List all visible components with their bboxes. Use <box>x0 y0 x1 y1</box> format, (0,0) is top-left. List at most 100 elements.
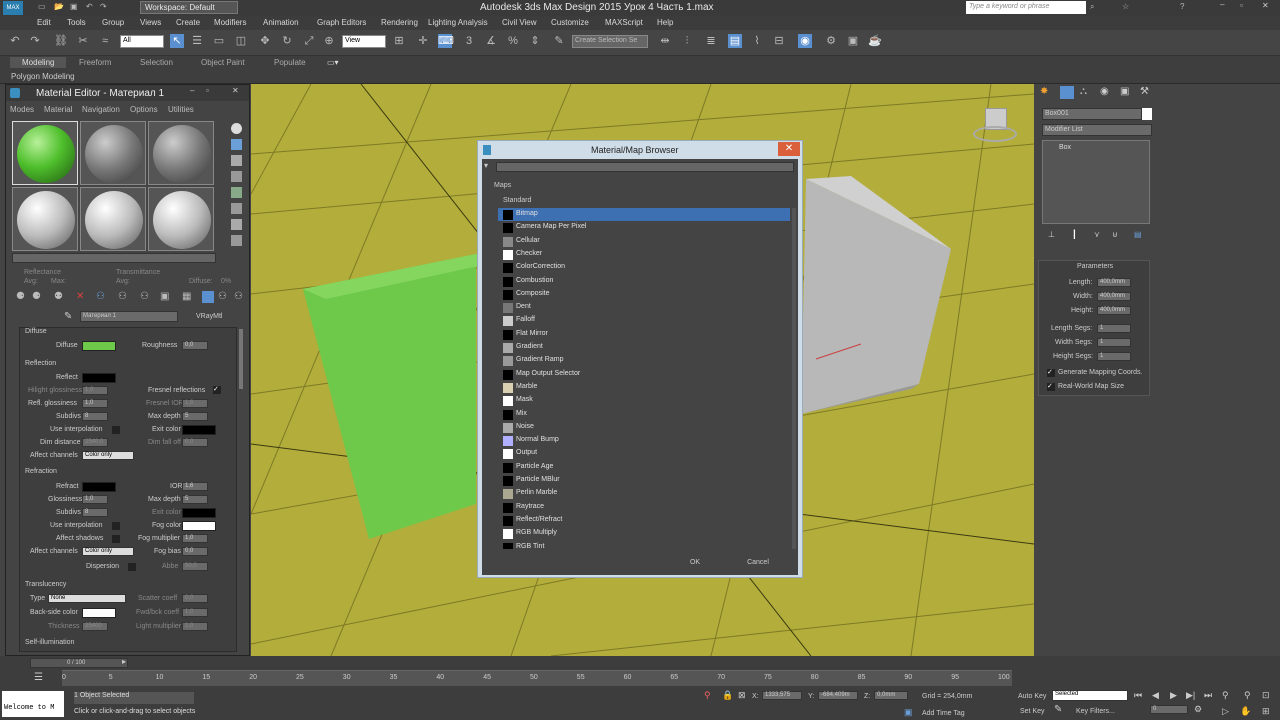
map-item[interactable]: Particle Age <box>498 461 790 474</box>
absolute-mode-icon[interactable]: ⊠ <box>738 690 746 701</box>
binoculars-icon[interactable]: ⌕ <box>1090 2 1094 12</box>
manipulate-icon[interactable]: ✛ <box>416 34 430 48</box>
y-coordinate-field[interactable]: -684,409m <box>818 691 858 700</box>
dialog-close-button[interactable]: ✕ <box>778 142 800 156</box>
material-editor-icon[interactable]: ◉ <box>798 34 812 48</box>
map-item[interactable]: Mask <box>498 394 790 407</box>
object-name-field[interactable]: Box001 <box>1042 108 1142 120</box>
bind-space-warp-icon[interactable]: ≈ <box>98 34 112 48</box>
map-item[interactable]: RGB Multiply <box>498 527 790 540</box>
use-interpolation-checkbox-2[interactable] <box>112 522 120 530</box>
material-slot-2[interactable] <box>80 121 146 185</box>
reference-coordinate-system[interactable]: View <box>342 35 386 48</box>
put-to-scene-icon[interactable]: ⚈ <box>32 291 41 302</box>
set-key-icon[interactable]: ✎ <box>1054 704 1062 715</box>
diffuse-color-swatch[interactable] <box>82 341 116 351</box>
go-to-end-icon[interactable]: ⏭ <box>1204 690 1212 701</box>
fresnel-ior-field[interactable]: 1,6 <box>182 399 208 408</box>
tab-populate[interactable]: Populate <box>274 58 306 67</box>
menu-maxscript[interactable]: MAXScript <box>605 18 643 27</box>
pivot-icon[interactable]: ⊞ <box>392 34 406 48</box>
show-map-icon[interactable]: ▦ <box>182 291 191 302</box>
width-field[interactable]: 400,0mm <box>1097 292 1131 301</box>
reflect-color-swatch[interactable] <box>82 373 116 383</box>
material-id-icon[interactable]: ▣ <box>160 291 169 302</box>
close-icon[interactable]: ✕ <box>1262 1 1269 10</box>
modify-tab-icon[interactable] <box>1060 86 1074 99</box>
fov-icon[interactable]: ▷ <box>1222 706 1229 717</box>
play-icon[interactable]: ▶ <box>1170 690 1177 701</box>
undo-icon[interactable]: ↶ <box>8 34 22 48</box>
ior-field[interactable]: 1,6 <box>182 482 208 491</box>
map-item[interactable]: Gradient Ramp <box>498 354 790 367</box>
fog-multiplier-field[interactable]: 1,0 <box>182 534 208 543</box>
affect-channels-select[interactable]: Color only <box>82 451 134 460</box>
roughness-field[interactable]: 0,0 <box>182 341 208 350</box>
height-field[interactable]: 400,0mm <box>1097 306 1131 315</box>
auto-key-button[interactable]: Auto Key <box>1018 693 1046 700</box>
material-slot-4[interactable] <box>12 187 78 251</box>
time-slider-next-icon[interactable]: ▸ <box>122 657 126 666</box>
map-item[interactable]: Output <box>498 447 790 460</box>
affect-channels-select-2[interactable]: Color only <box>82 547 134 556</box>
map-item[interactable]: Gradient <box>498 341 790 354</box>
subdivs-field[interactable]: 8 <box>82 412 108 421</box>
slots-scrollbar[interactable] <box>12 253 216 263</box>
rotate-icon[interactable]: ↻ <box>280 34 294 48</box>
sample-type-icon[interactable] <box>231 123 242 134</box>
dispersion-checkbox[interactable] <box>128 563 136 571</box>
abbe-field[interactable]: 50,0 <box>182 562 208 571</box>
spinner-snap-icon[interactable]: ⇕ <box>528 34 542 48</box>
tab-freeform[interactable]: Freeform <box>79 58 111 67</box>
refract-color-swatch[interactable] <box>82 482 116 492</box>
menu-help[interactable]: Help <box>657 18 673 27</box>
hierarchy-tab-icon[interactable]: ⛬ <box>1080 86 1087 97</box>
thickness-field[interactable]: 25400 <box>82 622 108 631</box>
make-unique-icon[interactable]: ⋎ <box>1094 230 1100 239</box>
map-item[interactable]: Reflect/Refract <box>498 514 790 527</box>
selection-filter[interactable]: All <box>120 35 164 48</box>
length-segs-field[interactable]: 1 <box>1097 324 1131 333</box>
options-menu-icon[interactable]: ▾ <box>484 161 488 170</box>
previous-frame-icon[interactable]: ◀ <box>1152 690 1159 701</box>
real-world-checkbox[interactable]: ✓ <box>1047 383 1055 391</box>
viewcube-icon[interactable] <box>973 104 1017 144</box>
map-list-scrollbar[interactable] <box>792 208 796 549</box>
quick-access-icon[interactable]: ▭ <box>38 2 46 11</box>
minimize-icon[interactable]: – <box>190 86 194 95</box>
material-slot-1[interactable] <box>12 121 78 185</box>
maximize-icon[interactable]: ▫ <box>206 86 209 95</box>
copy-material-icon[interactable]: ⚇ <box>96 291 105 302</box>
selected-set-select[interactable]: Selected <box>1052 690 1128 701</box>
section-self-illumination[interactable]: Self-illumination <box>25 639 74 646</box>
back-side-color-swatch[interactable] <box>82 608 116 618</box>
remove-modifier-icon[interactable]: ⊍ <box>1112 230 1118 239</box>
map-item[interactable]: Falloff <box>498 314 790 327</box>
map-item[interactable]: Map Output Selector <box>498 368 790 381</box>
map-item[interactable]: Composite <box>498 288 790 301</box>
dim-distance-field[interactable]: 2540,0 <box>82 438 108 447</box>
show-end-result-icon[interactable] <box>202 291 214 303</box>
zoom-all-icon[interactable]: ⚲ <box>1244 690 1251 701</box>
section-diffuse[interactable]: Diffuse <box>25 328 47 335</box>
hilight-glossiness-field[interactable]: 1,0 <box>82 386 108 395</box>
tab-selection[interactable]: Selection <box>140 58 173 67</box>
key-filters-button[interactable]: Key Filters... <box>1076 708 1115 715</box>
options-icon[interactable] <box>231 219 242 230</box>
background-icon[interactable] <box>231 155 242 166</box>
map-item[interactable]: Flat Mirror <box>498 328 790 341</box>
app-logo-icon[interactable]: MAX <box>3 1 23 15</box>
go-forward-icon[interactable]: ⚇ <box>234 291 243 302</box>
named-selection-set[interactable]: Create Selection Se <box>572 35 648 48</box>
material-slot-6[interactable] <box>148 187 214 251</box>
menu-material[interactable]: Material <box>44 105 72 114</box>
go-to-parent-icon[interactable]: ⚇ <box>218 291 227 302</box>
map-item[interactable]: Mix <box>498 408 790 421</box>
scale-icon[interactable]: ⤢ <box>302 34 316 48</box>
menu-modes[interactable]: Modes <box>10 105 34 114</box>
glossiness-field[interactable]: 1,0 <box>82 495 108 504</box>
map-item[interactable]: Marble <box>498 381 790 394</box>
keyboard-shortcut-icon[interactable]: ⌨ <box>438 34 454 48</box>
map-item[interactable]: Noise <box>498 421 790 434</box>
ribbon-options-icon[interactable]: ▭▾ <box>327 58 339 67</box>
